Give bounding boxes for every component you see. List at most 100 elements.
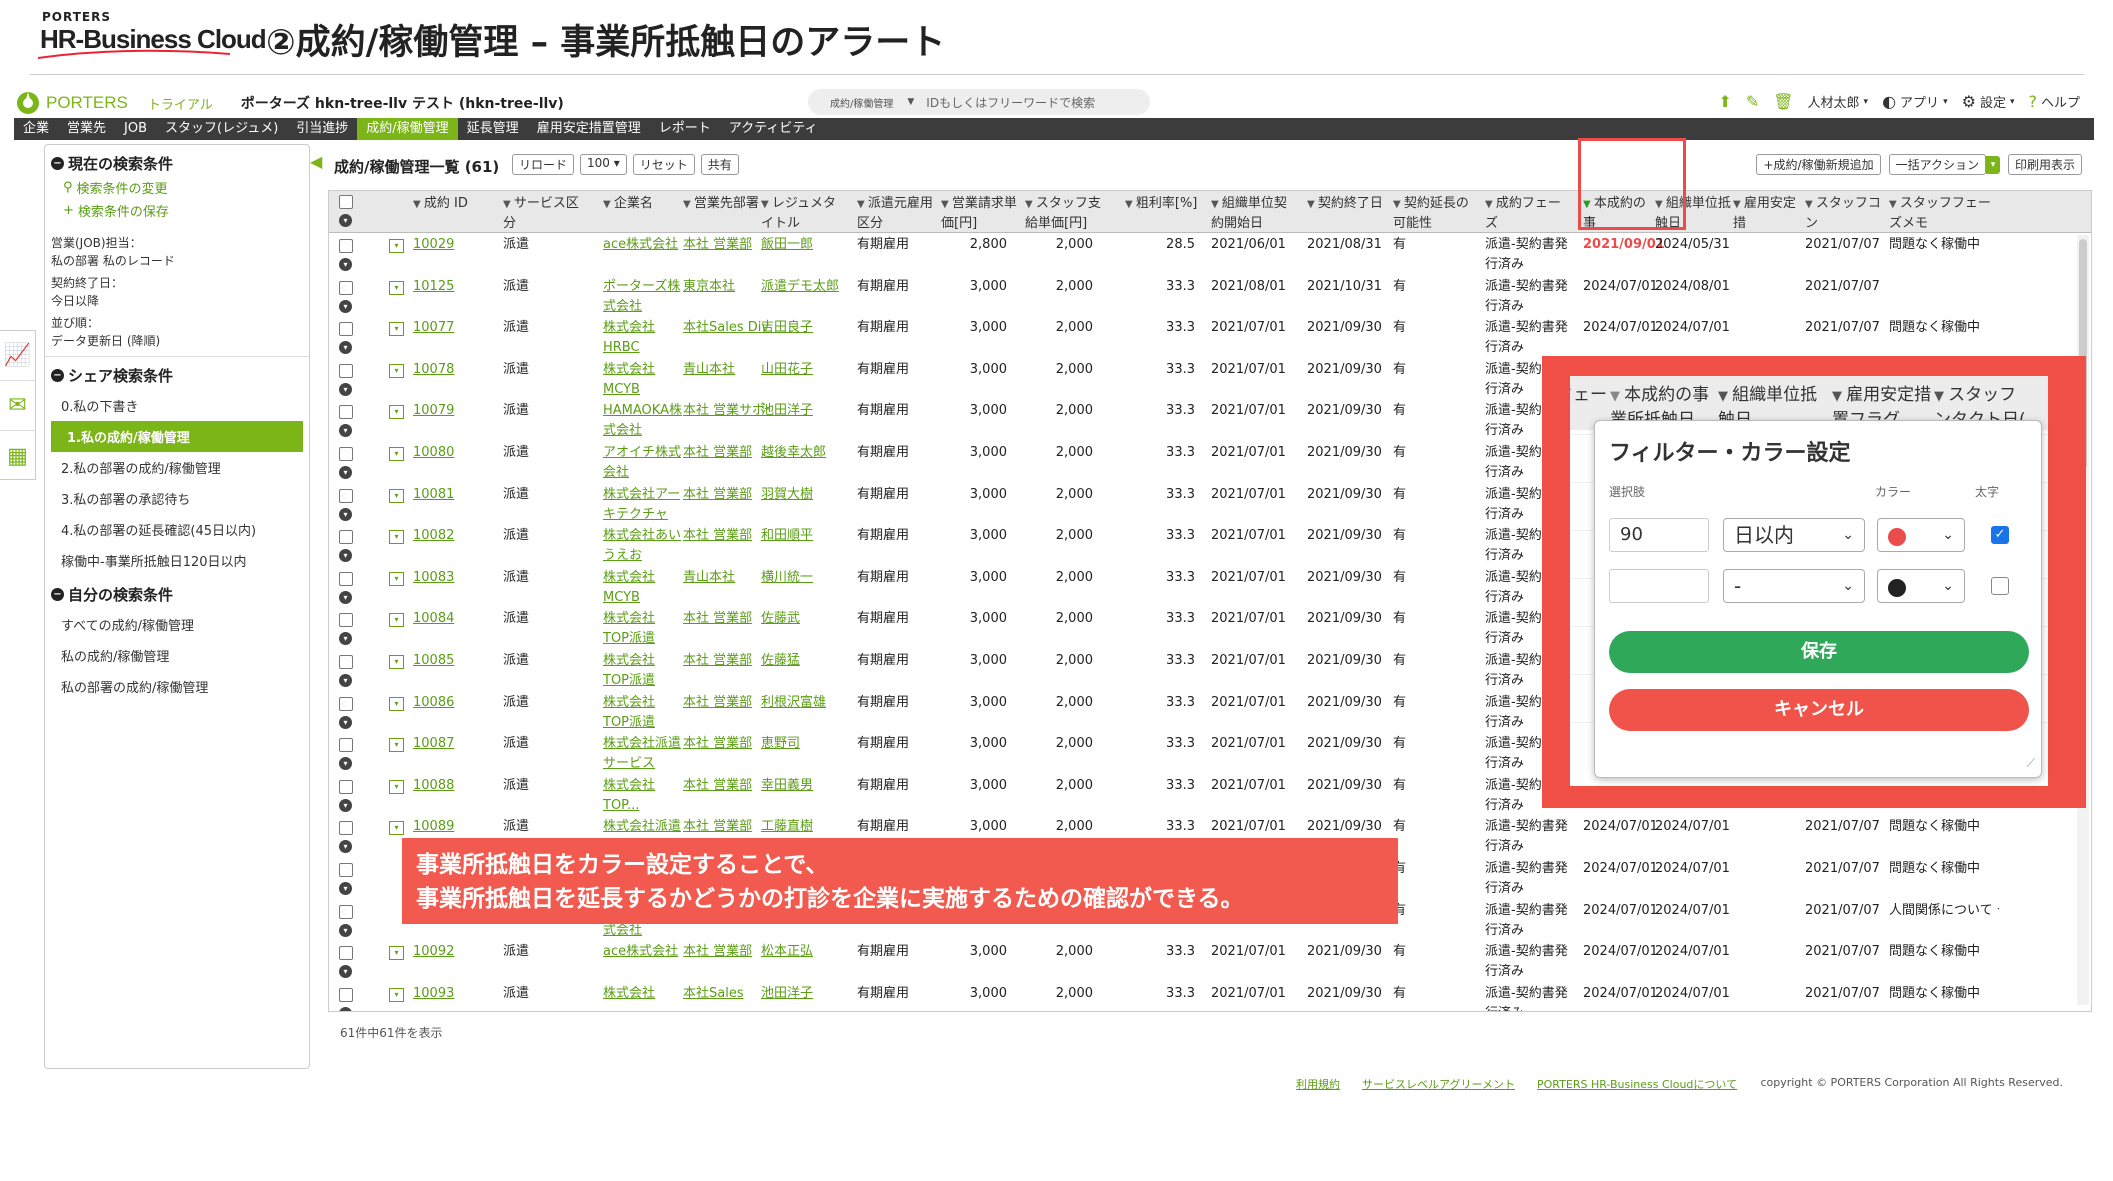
change-conditions-link[interactable]: ⚲ 検索条件の変更 (63, 178, 309, 197)
company-link[interactable]: 株式会社 (603, 776, 691, 796)
help-menu[interactable]: ? ヘルプ (2028, 92, 2080, 111)
row-menu-icon[interactable]: ▾ (389, 405, 404, 420)
upload-icon[interactable]: ⬆ (1718, 92, 1731, 111)
record-id-link[interactable]: 10085 (413, 651, 493, 671)
row-checkbox[interactable] (339, 613, 353, 628)
row-expand-icon[interactable]: ▾ (339, 424, 352, 438)
sidebar-collapse-icon[interactable]: ◀ (310, 152, 322, 171)
search-input[interactable]: IDもしくはフリーワードで検索 (926, 94, 1095, 111)
staff-name-link[interactable]: 和田順平 (761, 526, 853, 546)
sort-icon[interactable]: ▼ (1733, 199, 1744, 210)
calendar-icon[interactable]: ▦ (0, 431, 35, 481)
record-id-link[interactable]: 10080 (413, 443, 493, 463)
department-link[interactable]: 本社Sales (683, 984, 769, 1004)
staff-name-link[interactable]: 派遣デモ太郎 (761, 277, 853, 297)
company-link[interactable]: 株式会社 (603, 318, 691, 338)
sidebar-item[interactable]: 私の成約/稼働管理 (45, 640, 309, 671)
sidebar-item[interactable]: 0.私の下書き (45, 390, 309, 421)
sort-icon[interactable]: ▼ (1307, 199, 1318, 210)
resize-handle-icon[interactable]: ⟋ (2027, 756, 2035, 771)
nav-item[interactable]: JOB (115, 118, 156, 140)
row-checkbox[interactable] (339, 655, 353, 669)
company-link[interactable]: 株式会社 (603, 693, 691, 713)
company-link[interactable]: 株式会社派遣 (603, 817, 691, 837)
record-id-link[interactable]: 10077 (413, 318, 493, 338)
record-id-link[interactable]: 10079 (413, 401, 493, 421)
row-expand-icon[interactable]: ▾ (339, 882, 352, 895)
footer-link[interactable]: PORTERS HR-Business Cloudについて (1537, 1078, 1737, 1091)
chevron-down-icon[interactable]: ▼ (907, 97, 914, 107)
nav-item[interactable]: アクティビティ (720, 118, 827, 140)
app-menu[interactable]: ◐ アプリ ▾ (1882, 92, 1948, 111)
department-link[interactable]: 本社 営業部 (683, 942, 769, 962)
record-id-link[interactable]: 10086 (413, 693, 493, 713)
sidebar-item[interactable]: 1.私の成約/稼働管理 (51, 421, 303, 452)
user-menu[interactable]: 人材太郎 ▾ (1808, 92, 1869, 111)
staff-name-link[interactable]: 利根沢富雄 (761, 693, 853, 713)
company-link[interactable]: TOP... (603, 796, 691, 816)
record-id-link[interactable]: 10125 (413, 277, 493, 297)
nav-item[interactable]: 引当進捗 (287, 118, 357, 140)
staff-name-link[interactable]: 松本正弘 (761, 942, 853, 962)
nav-item[interactable]: 雇用安定措置管理 (528, 118, 650, 140)
row-expand-icon[interactable]: ▾ (339, 798, 352, 812)
record-id-link[interactable]: 10082 (413, 526, 493, 546)
bold-checkbox[interactable]: ✓ (1991, 526, 2009, 544)
company-link[interactable]: キテクチャ (603, 505, 691, 525)
select-all-checkbox[interactable] (339, 195, 353, 209)
staff-name-link[interactable]: 池田洋子 (761, 984, 853, 1004)
edit-icon[interactable]: ✎ (1746, 92, 1759, 111)
staff-name-link[interactable]: 横川統一 (761, 568, 853, 588)
sort-icon[interactable]: ▼ (603, 199, 614, 210)
nav-item[interactable]: 延長管理 (458, 118, 528, 140)
department-link[interactable]: 本社 営業部 (683, 651, 769, 671)
row-menu-icon[interactable]: ▾ (389, 322, 404, 337)
company-link[interactable]: 式会社 (603, 421, 691, 441)
staff-name-link[interactable]: 吉田良子 (761, 318, 853, 338)
add-record-button[interactable]: +成約/稼働新規追加 (1756, 154, 1881, 175)
row-expand-icon[interactable]: ▾ (339, 1006, 352, 1011)
staff-name-link[interactable]: 佐藤武 (761, 609, 853, 629)
company-link[interactable]: HAMAOKA株 (603, 401, 691, 421)
department-link[interactable]: 青山本社 (683, 568, 769, 588)
department-link[interactable]: 本社 営業部 (683, 235, 769, 255)
staff-name-link[interactable]: 山田花子 (761, 360, 853, 380)
column-header[interactable]: ▼ レジュメタ イトル (761, 194, 855, 232)
app-logo[interactable]: PORTERS トライアル (16, 91, 213, 115)
company-link[interactable]: TOP派遣 (603, 713, 691, 733)
staff-name-link[interactable]: 工藤直樹 (761, 817, 853, 837)
collapse-icon[interactable]: − (51, 369, 64, 382)
staff-name-link[interactable]: 飯田一郎 (761, 235, 853, 255)
sort-icon[interactable]: ▼ (941, 199, 952, 210)
mail-icon[interactable]: ✉ (0, 381, 35, 431)
staff-name-link[interactable]: 幸田義男 (761, 776, 853, 796)
sort-icon[interactable]: ▼ (761, 199, 772, 210)
column-header[interactable]: ▼ 粗利率[%] (1125, 194, 1209, 232)
record-id-link[interactable]: 10088 (413, 776, 493, 796)
department-link[interactable]: 東京本社 (683, 277, 769, 297)
sort-icon[interactable]: ▼ (1393, 199, 1404, 210)
row-checkbox[interactable] (339, 904, 353, 919)
sort-icon[interactable]: ▼ (1025, 199, 1036, 210)
company-link[interactable]: 株式会社あい (603, 526, 691, 546)
department-link[interactable]: 本社 営業サポート部 (683, 401, 769, 421)
column-header[interactable]: ▼ スタッフコンタクト日(最新) (1805, 194, 1887, 232)
record-id-link[interactable]: 10029 (413, 235, 493, 255)
company-link[interactable]: 株式会社派遣 (603, 734, 691, 754)
company-link[interactable]: 会社 (603, 463, 691, 483)
department-link[interactable]: 本社 営業部 (683, 485, 769, 505)
sort-icon[interactable]: ▼ (413, 199, 424, 210)
column-header[interactable]: ▼ 成約フェーズ (1485, 194, 1581, 232)
row-checkbox[interactable] (339, 447, 353, 461)
department-link[interactable]: 本社 営業部 (683, 817, 769, 837)
column-header[interactable]: ▼ 契約終了日 (1307, 194, 1391, 232)
row-checkbox[interactable] (339, 571, 353, 586)
row-expand-icon[interactable]: ▾ (339, 466, 352, 479)
column-header[interactable]: ▼ 派遣元雇用 区分 (857, 194, 939, 232)
unit-select[interactable]: - ⌄ (1723, 569, 1865, 603)
row-menu-icon[interactable]: ▾ (389, 779, 404, 794)
department-link[interactable]: 本社 営業部 (683, 776, 769, 796)
sidebar-item[interactable]: 私の部署の成約/稼働管理 (45, 671, 309, 702)
department-link[interactable]: 青山本社 (683, 360, 769, 380)
sort-icon[interactable]: ▼ (1125, 199, 1136, 210)
